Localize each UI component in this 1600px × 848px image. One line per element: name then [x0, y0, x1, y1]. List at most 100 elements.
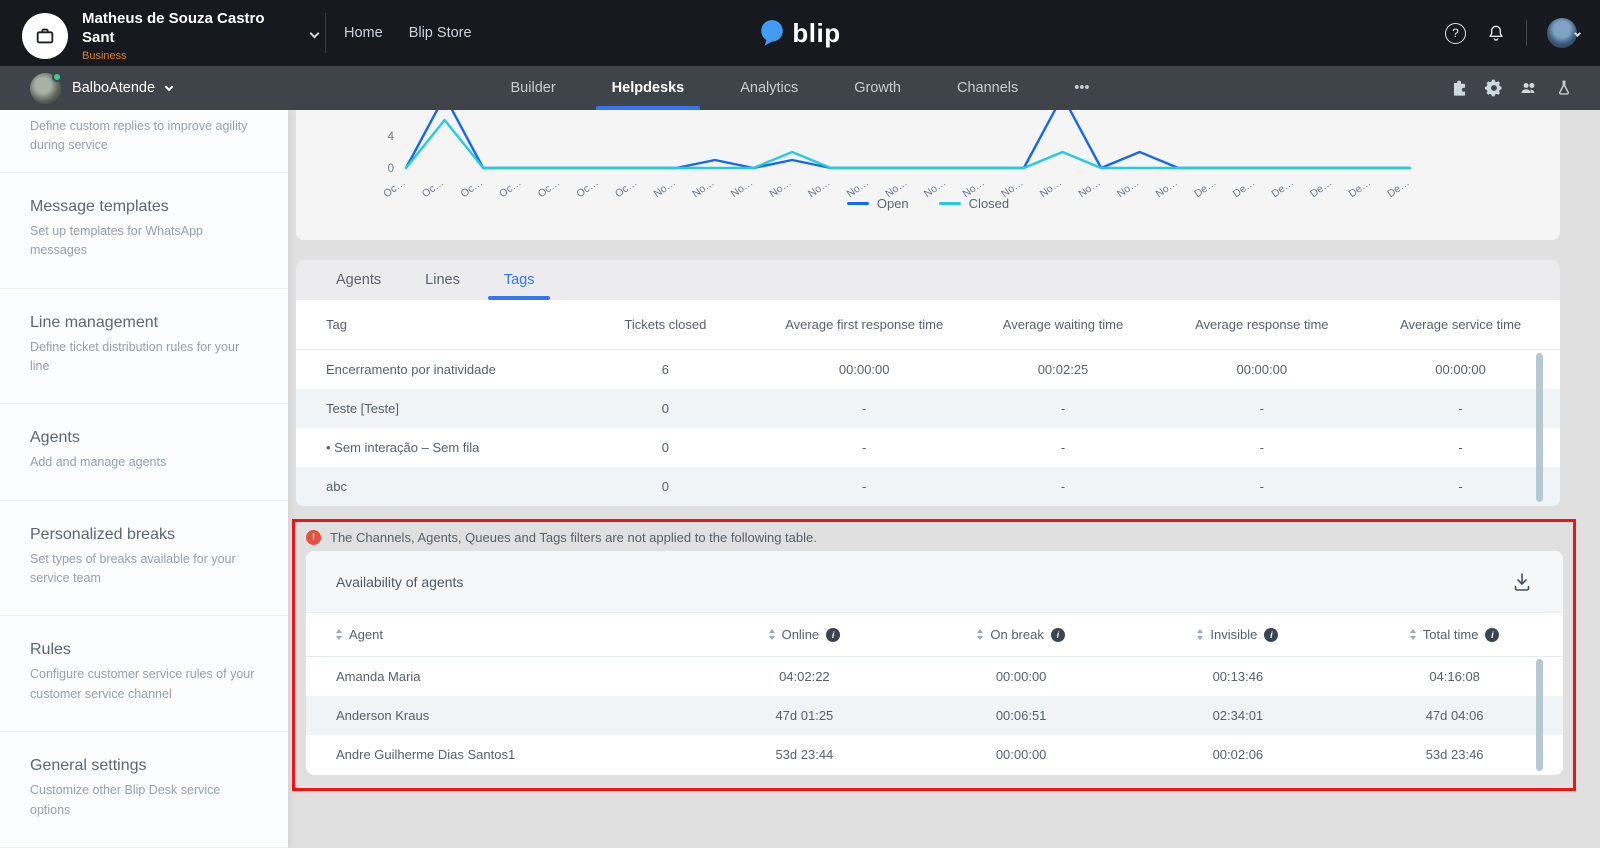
- table-cell: -: [964, 440, 1163, 455]
- nav-tab-item[interactable]: •••: [1068, 66, 1095, 110]
- table-cell: 04:16:08: [1346, 669, 1563, 684]
- table-cell: 00:00:00: [913, 669, 1130, 684]
- sidebar-item-desc: Add and manage agents: [30, 453, 260, 472]
- sidebar-item-title: Rules: [30, 641, 260, 659]
- y-axis-tick: 0: [388, 163, 394, 175]
- nav-tab-growth[interactable]: Growth: [848, 66, 907, 110]
- table-row: abc0----: [296, 467, 1560, 506]
- main-content: 04Oc…Oc…Oc…Oc…Oc…Oc…Oc…No…No…No…No…No…No…: [288, 110, 1600, 847]
- table-cell: 00:00:00: [1361, 362, 1560, 377]
- series-line-open: [406, 110, 1410, 168]
- table-row: • Sem interação – Sem fila0----: [296, 428, 1560, 467]
- column-label: Total time: [1423, 627, 1479, 642]
- column-header-average-response-time: Average response time: [1162, 317, 1361, 332]
- sortable-column-header-online[interactable]: Onlinei: [696, 627, 913, 642]
- tags-table-scrollbar[interactable]: [1536, 353, 1543, 502]
- table-cell: Teste [Teste]: [296, 401, 566, 416]
- info-icon[interactable]: i: [1264, 628, 1278, 642]
- column-label: On break: [990, 627, 1043, 642]
- topbar-link-blip-store[interactable]: Blip Store: [409, 25, 472, 41]
- sidebar-item-desc: Configure customer service rules of your…: [30, 665, 260, 704]
- blip-logo-text: blip: [792, 18, 840, 49]
- settings-sidebar: Define custom replies to improve agility…: [0, 110, 288, 847]
- agents-table-header: AgentOnlineiOn breakiInvisibleiTotal tim…: [306, 613, 1563, 657]
- sort-arrows-icon: [336, 629, 342, 640]
- table-cell: -: [1162, 440, 1361, 455]
- table-cell: 00:00:00: [1162, 362, 1361, 377]
- table-row: Encerramento por inatividade600:00:0000:…: [296, 350, 1560, 389]
- chevron-down-icon: [310, 29, 320, 39]
- nav-tab-analytics[interactable]: Analytics: [734, 66, 804, 110]
- tab-agents[interactable]: Agents: [328, 260, 389, 300]
- table-cell: 0: [566, 479, 765, 494]
- sortable-column-header-on-break[interactable]: On break i: [913, 627, 1130, 642]
- table-cell: 00:00:00: [913, 747, 1130, 762]
- help-icon[interactable]: ?: [1445, 23, 1466, 44]
- info-icon[interactable]: i: [826, 628, 840, 642]
- table-row: Amanda Maria04:02:2200:00:0000:13:4604:1…: [306, 657, 1563, 696]
- nav-tab-builder[interactable]: Builder: [505, 66, 562, 110]
- table-cell: 04:02:22: [696, 669, 913, 684]
- topbar-link-home[interactable]: Home: [344, 25, 383, 41]
- table-cell: • Sem interação – Sem fila: [296, 440, 566, 455]
- table-cell: Anderson Kraus: [306, 708, 696, 723]
- table-cell: 6: [566, 362, 765, 377]
- table-cell: -: [1361, 401, 1560, 416]
- divider: [1526, 20, 1527, 46]
- table-cell: -: [964, 401, 1163, 416]
- sidebar-item-title: Personalized breaks: [30, 526, 260, 544]
- sortable-column-header-invisible[interactable]: Invisiblei: [1130, 627, 1347, 642]
- column-label: Online: [782, 627, 820, 642]
- account-switcher[interactable]: Matheus de Souza Castro Sant Business: [22, 10, 318, 62]
- table-cell: -: [1361, 440, 1560, 455]
- user-menu[interactable]: [1547, 18, 1580, 48]
- bot-nav-bar: BalboAtende BuilderHelpdesksAnalyticsGro…: [0, 66, 1600, 110]
- tags-table-header: TagTickets closedAverage first response …: [296, 300, 1560, 350]
- sortable-column-header-total-time[interactable]: Total time i: [1346, 627, 1563, 642]
- table-cell: -: [1162, 401, 1361, 416]
- nav-tab-channels[interactable]: Channels: [951, 66, 1024, 110]
- tab-tags[interactable]: Tags: [496, 260, 543, 300]
- table-cell: 47d 01:25: [696, 708, 913, 723]
- sidebar-item-rules[interactable]: Rules Configure customer service rules of…: [0, 616, 288, 732]
- tags-table-card: TagTickets closedAverage first response …: [296, 300, 1560, 506]
- bell-icon[interactable]: [1486, 23, 1506, 43]
- sidebar-item-personalized-breaks[interactable]: Personalized breaks Set types of breaks a…: [0, 501, 288, 617]
- people-icon[interactable]: [1519, 78, 1539, 98]
- sidebar-item-agents[interactable]: Agents Add and manage agents: [0, 404, 288, 500]
- table-cell: 0: [566, 401, 765, 416]
- sidebar-item-desc: Set types of breaks available for your s…: [30, 550, 260, 589]
- bot-nav-tabs: Builder Helpdesks Analytics Growth Channels •…: [0, 66, 1600, 110]
- sidebar-item-general-settings[interactable]: General settingsCustomize other Blip Des…: [0, 732, 288, 848]
- puzzle-icon[interactable]: [1449, 78, 1469, 98]
- table-cell: 00:13:46: [1130, 669, 1347, 684]
- table-cell: 53d 23:46: [1346, 747, 1563, 762]
- top-account-bar: Matheus de Souza Castro Sant Business Ho…: [0, 0, 1600, 66]
- metrics-tabs: Agents Lines Tags: [296, 260, 1560, 300]
- sidebar-item-title: Line management: [30, 314, 260, 332]
- legend-label: Open: [877, 196, 909, 211]
- info-icon[interactable]: i: [1485, 628, 1499, 642]
- sidebar-item-title: Agents: [30, 429, 260, 447]
- sidebar-item-message-templates[interactable]: Message templatesSet up templates for Wh…: [0, 173, 288, 289]
- sortable-column-header-agent[interactable]: Agent: [306, 627, 696, 642]
- tab-lines[interactable]: Lines: [417, 260, 468, 300]
- column-header-average-first-response-time: Average first response time: [765, 317, 964, 332]
- active-tab-underline: [596, 106, 701, 110]
- legend-swatch: [939, 202, 961, 205]
- sort-arrows-icon: [1410, 629, 1416, 640]
- table-cell: -: [1361, 479, 1560, 494]
- availability-card: Availability of agents AgentOnlineiOn br…: [306, 551, 1563, 775]
- column-label: Agent: [349, 627, 383, 642]
- agents-table-body: Amanda Maria04:02:2200:00:0000:13:4604:1…: [306, 657, 1563, 774]
- info-icon[interactable]: i: [1051, 628, 1065, 642]
- account-name: Matheus de Souza Castro Sant: [82, 10, 267, 48]
- flask-icon[interactable]: [1554, 78, 1574, 98]
- blip-balloon-icon: [759, 19, 785, 47]
- agents-table-scrollbar[interactable]: [1536, 659, 1543, 771]
- download-icon[interactable]: [1507, 567, 1537, 597]
- sidebar-item-define-custo[interactable]: Define custom replies to improve agility…: [0, 110, 288, 173]
- nav-tab-helpdesks[interactable]: Helpdesks: [606, 66, 691, 110]
- gear-icon[interactable]: [1484, 78, 1504, 98]
- sidebar-item-line-management[interactable]: Line managementDefine ticket distributio…: [0, 289, 288, 405]
